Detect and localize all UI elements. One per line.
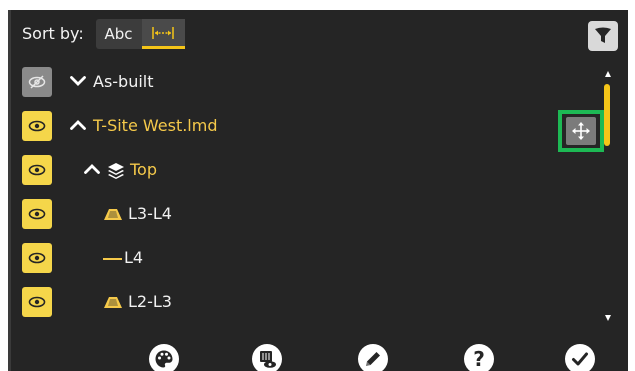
move-icon <box>572 122 590 140</box>
tree-row-label: L3-L4 <box>128 204 172 223</box>
sort-by-label: Sort by: <box>22 24 84 43</box>
visibility-toggle[interactable] <box>22 243 52 273</box>
tree-row[interactable]: L3-L4 <box>8 199 568 231</box>
palette-icon <box>155 350 173 368</box>
scroll-up-arrow[interactable] <box>605 71 611 77</box>
surface-icon <box>104 297 122 308</box>
filter-button[interactable] <box>588 21 618 51</box>
layer-visibility-icon <box>260 351 276 368</box>
edit-button[interactable] <box>358 344 388 371</box>
tree-row-label: As-built <box>93 72 154 91</box>
visibility-toggle[interactable] <box>22 67 52 97</box>
help-button[interactable]: ? <box>464 344 494 371</box>
eye-icon <box>28 120 46 132</box>
layers-icon <box>108 163 124 179</box>
eye-icon <box>28 252 46 264</box>
chevron-down-icon[interactable] <box>70 75 86 87</box>
eye-slash-icon <box>28 75 46 89</box>
visibility-toggle[interactable] <box>22 287 52 317</box>
tree-row-label: L4 <box>124 248 144 267</box>
visibility-toggle[interactable] <box>22 199 52 229</box>
eye-icon <box>28 296 46 308</box>
layer-visibility-button[interactable] <box>252 344 282 371</box>
tree-row[interactable]: As-built <box>8 67 568 99</box>
tree-row-label: T-Site West.lmd <box>93 116 218 135</box>
tree-row[interactable]: L2-L3 <box>8 287 568 319</box>
help-icon: ? <box>473 347 485 371</box>
move-button[interactable] <box>566 117 596 145</box>
tree-row-label: Top <box>130 160 157 179</box>
tree-row[interactable]: L4 <box>8 243 568 275</box>
eye-icon <box>28 164 46 176</box>
sort-toggle-group: Abc <box>96 19 185 49</box>
move-button-highlight <box>558 110 604 152</box>
layer-manager-panel: Sort by: Abc As-built T-Site West.lmd To… <box>8 10 628 371</box>
line-icon <box>103 258 122 260</box>
tree-row[interactable]: T-Site West.lmd <box>8 111 568 143</box>
palette-button[interactable] <box>149 344 179 371</box>
chevron-up-icon[interactable] <box>84 163 100 175</box>
bottom-toolbar: ? <box>8 340 628 371</box>
visibility-toggle[interactable] <box>22 155 52 185</box>
distance-icon <box>152 27 174 39</box>
sort-alphabetical-button[interactable]: Abc <box>96 19 141 49</box>
checkmark-icon <box>572 352 588 366</box>
confirm-button[interactable] <box>565 344 595 371</box>
chevron-up-icon[interactable] <box>70 119 86 131</box>
eye-icon <box>28 208 46 220</box>
tree-row[interactable]: Top <box>8 155 568 187</box>
sort-distance-button[interactable] <box>142 19 185 49</box>
tree-row-label: L2-L3 <box>128 292 172 311</box>
pencil-icon <box>366 352 380 366</box>
filter-icon <box>595 27 611 43</box>
scrollbar-thumb[interactable] <box>604 84 610 146</box>
visibility-toggle[interactable] <box>22 111 52 141</box>
scroll-down-arrow[interactable] <box>605 315 611 321</box>
surface-icon <box>104 209 122 220</box>
